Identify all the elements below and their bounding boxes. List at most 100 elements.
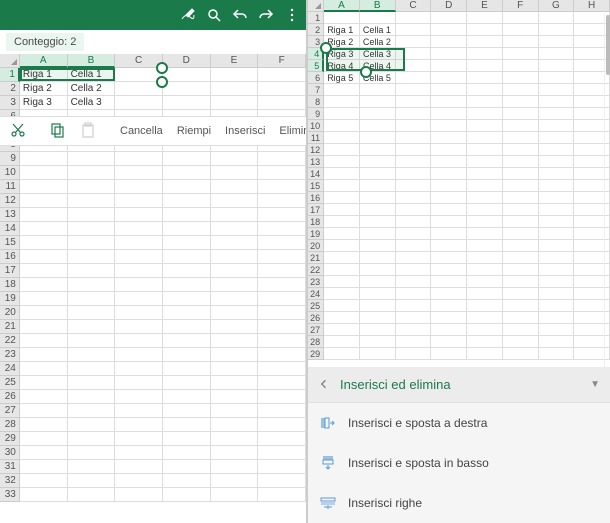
cell[interactable] [324,192,360,204]
row-header[interactable]: 25 [308,300,324,312]
column-header[interactable]: A [20,54,68,68]
cell[interactable] [68,194,116,208]
selection-handle[interactable] [156,76,168,88]
cell[interactable] [503,240,539,252]
cell[interactable] [503,228,539,240]
cell[interactable]: Riga 1 [324,24,360,36]
cell[interactable] [360,216,396,228]
cell[interactable] [163,320,211,334]
cell[interactable] [431,348,467,360]
cell[interactable] [396,348,432,360]
cell[interactable] [324,168,360,180]
cell[interactable] [163,474,211,488]
cell[interactable] [539,84,575,96]
cell[interactable] [20,404,68,418]
cell[interactable] [539,288,575,300]
row-header[interactable]: 17 [308,204,324,216]
row-header[interactable]: 14 [308,168,324,180]
cell[interactable] [360,240,396,252]
cell[interactable] [360,144,396,156]
cell[interactable] [20,292,68,306]
cell[interactable] [68,320,116,334]
cell[interactable] [503,24,539,36]
cell[interactable] [68,236,116,250]
cell[interactable] [503,312,539,324]
cell[interactable] [431,24,467,36]
column-header[interactable]: F [258,54,306,68]
cell[interactable] [539,36,575,48]
row-header[interactable]: 27 [0,404,20,418]
cell[interactable] [115,334,163,348]
cell[interactable] [431,132,467,144]
cell[interactable] [503,108,539,120]
cell[interactable] [431,36,467,48]
cell[interactable] [503,264,539,276]
cell[interactable] [163,488,211,502]
cell[interactable] [431,96,467,108]
cell[interactable] [539,252,575,264]
cell[interactable] [211,320,259,334]
cell[interactable] [431,168,467,180]
cell[interactable] [211,376,259,390]
column-header[interactable]: A [324,0,360,12]
cell[interactable] [539,192,575,204]
cell[interactable] [20,278,68,292]
cell[interactable] [20,474,68,488]
cell[interactable] [396,252,432,264]
cell[interactable] [258,68,306,82]
column-header[interactable]: H [574,0,610,12]
cell[interactable] [431,144,467,156]
cell[interactable] [258,474,306,488]
cell[interactable] [163,362,211,376]
row-header[interactable]: 2 [0,82,20,96]
row-header[interactable]: 1 [308,12,324,24]
cell[interactable] [467,216,503,228]
cell[interactable] [539,276,575,288]
cell[interactable] [431,216,467,228]
cell[interactable] [324,204,360,216]
cell[interactable] [163,278,211,292]
cell[interactable] [20,334,68,348]
cell[interactable] [396,324,432,336]
cell[interactable] [258,334,306,348]
cell[interactable] [503,36,539,48]
cell[interactable] [396,120,432,132]
cell[interactable] [503,48,539,60]
cell[interactable] [396,24,432,36]
cell[interactable] [431,240,467,252]
cell[interactable] [503,216,539,228]
cell[interactable] [396,228,432,240]
row-header[interactable]: 24 [0,362,20,376]
cell[interactable] [324,84,360,96]
row-header[interactable]: 13 [308,156,324,168]
panel-back-icon[interactable] [318,377,340,393]
row-header[interactable]: 19 [0,292,20,306]
cell[interactable] [211,292,259,306]
cell[interactable] [324,252,360,264]
row-header[interactable]: 5 [308,60,324,72]
cell[interactable] [115,180,163,194]
cell[interactable] [324,216,360,228]
row-header[interactable]: 31 [0,460,20,474]
cell[interactable] [431,120,467,132]
cell[interactable] [324,240,360,252]
row-header[interactable]: 26 [308,312,324,324]
selection-handle[interactable] [360,66,372,78]
cell[interactable] [20,222,68,236]
cell[interactable] [503,348,539,360]
cell[interactable] [68,334,116,348]
cell[interactable] [163,250,211,264]
cell[interactable] [258,208,306,222]
cell[interactable] [360,156,396,168]
cell[interactable]: Cella 1 [360,24,396,36]
row-header[interactable]: 12 [0,194,20,208]
cell[interactable] [360,312,396,324]
cell[interactable] [258,96,306,110]
cell[interactable] [324,228,360,240]
cell[interactable] [163,460,211,474]
cell[interactable] [360,12,396,24]
cell[interactable] [115,432,163,446]
cell[interactable] [467,276,503,288]
cell[interactable] [20,432,68,446]
cell[interactable] [503,12,539,24]
